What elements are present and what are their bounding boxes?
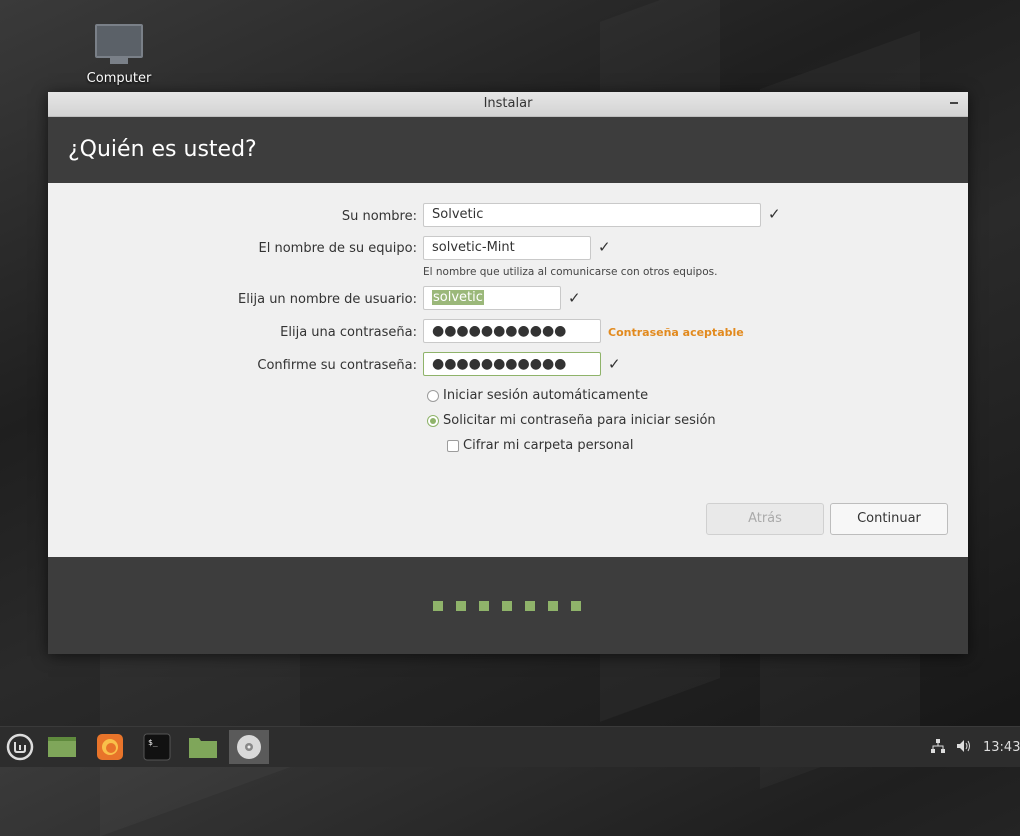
desktop-icon (48, 737, 76, 757)
confirm-password-label: Confirme su contraseña: (257, 358, 417, 373)
confirm-password-field[interactable]: ●●●●●●●●●●● (423, 352, 601, 376)
username-label: Elija un nombre de usuario: (238, 292, 417, 307)
progress-indicator (433, 601, 581, 611)
password-label: Elija una contraseña: (280, 325, 417, 340)
menu-button[interactable] (2, 730, 38, 764)
require-password-radio[interactable] (427, 415, 439, 427)
progress-dot (433, 601, 443, 611)
show-desktop-button[interactable] (44, 730, 80, 764)
network-icon[interactable] (930, 738, 946, 758)
encrypt-home-checkbox[interactable] (447, 440, 459, 452)
firefox-icon (97, 734, 123, 760)
progress-dot (456, 601, 466, 611)
continue-button[interactable]: Continuar (830, 503, 948, 535)
disc-icon (237, 735, 261, 759)
password-field[interactable]: ●●●●●●●●●●● (423, 319, 601, 343)
minimize-icon[interactable] (950, 102, 958, 104)
name-label: Su nombre: (341, 209, 417, 224)
folder-icon (189, 738, 217, 758)
computer-name-hint: El nombre que utiliza al comunicarse con… (423, 266, 718, 278)
computer-icon (95, 24, 143, 58)
form-area: Su nombre: Solvetic ✓ El nombre de su eq… (48, 183, 968, 557)
progress-dot (479, 601, 489, 611)
progress-dot (571, 601, 581, 611)
terminal-launcher[interactable]: $_ (139, 730, 175, 764)
page-header: ¿Quién es usted? (48, 117, 968, 183)
desktop-icon-label: Computer (86, 71, 152, 86)
firefox-launcher[interactable] (92, 730, 128, 764)
username-value: solvetic (432, 290, 484, 305)
clock[interactable]: 13:43 (983, 740, 1020, 755)
auto-login-radio[interactable] (427, 390, 439, 402)
progress-dot (502, 601, 512, 611)
volume-icon[interactable] (955, 737, 973, 759)
window-title: Instalar (483, 96, 533, 111)
page-title: ¿Quién es usted? (68, 137, 257, 162)
computer-label: El nombre de su equipo: (258, 241, 417, 256)
password-strength: Contraseña aceptable (608, 326, 744, 339)
computer-name-field[interactable]: solvetic-Mint (423, 236, 591, 260)
terminal-icon: $_ (143, 733, 171, 761)
auto-login-label[interactable]: Iniciar sesión automáticamente (443, 388, 648, 403)
check-icon: ✓ (608, 355, 621, 373)
window-titlebar[interactable]: Instalar (48, 92, 968, 117)
progress-dot (525, 601, 535, 611)
installer-task[interactable] (229, 730, 269, 764)
mint-logo-icon (6, 733, 34, 761)
name-field[interactable]: Solvetic (423, 203, 761, 227)
progress-footer (48, 557, 968, 654)
taskbar: $_ 13:43 (0, 726, 1020, 767)
check-icon: ✓ (768, 205, 781, 223)
encrypt-home-label[interactable]: Cifrar mi carpeta personal (463, 438, 634, 453)
files-launcher[interactable] (185, 730, 221, 764)
svg-text:$_: $_ (148, 738, 158, 747)
progress-dot (548, 601, 558, 611)
check-icon: ✓ (568, 289, 581, 307)
desktop-icon-computer[interactable]: Computer (78, 22, 160, 86)
require-password-label[interactable]: Solicitar mi contraseña para iniciar ses… (443, 413, 716, 428)
check-icon: ✓ (598, 238, 611, 256)
installer-window: Instalar ¿Quién es usted? Su nombre: Sol… (48, 92, 968, 654)
username-field[interactable]: solvetic (423, 286, 561, 310)
back-button[interactable]: Atrás (706, 503, 824, 535)
